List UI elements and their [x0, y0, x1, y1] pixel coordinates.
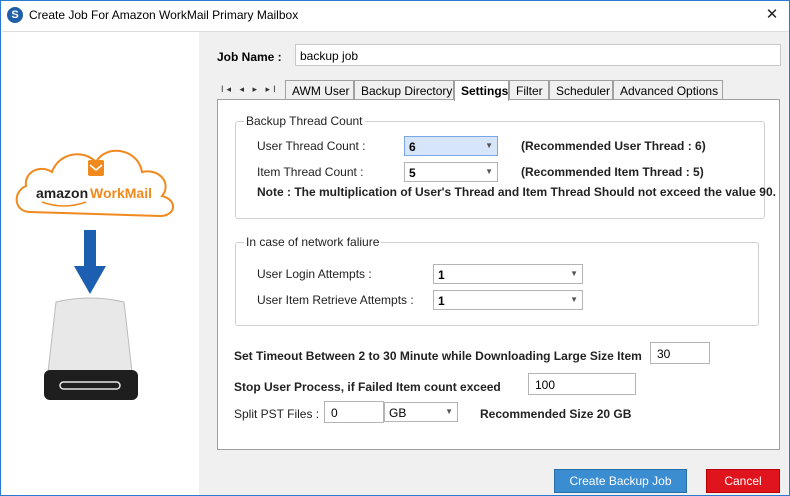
logo-brand-text: amazon — [36, 185, 88, 201]
thread-note: Note : The multiplication of User's Thre… — [257, 185, 776, 199]
timeout-label: Set Timeout Between 2 to 30 Minute while… — [234, 349, 642, 363]
item-thread-select[interactable]: 5 ▼ — [404, 162, 498, 182]
job-name-label: Job Name : — [217, 50, 282, 64]
tab-awm-user[interactable]: AWM User — [285, 80, 354, 100]
item-thread-recommendation: (Recommended Item Thread : 5) — [521, 165, 704, 179]
settings-tab-panel: Backup Thread Count User Thread Count : … — [217, 99, 780, 450]
close-button[interactable]: ✕ — [761, 4, 783, 26]
chevron-down-icon: ▼ — [570, 269, 578, 278]
main-panel: Job Name : backup job I◂ ◂ ▸ ▸I AWM User… — [199, 31, 789, 495]
network-failure-group: In case of network faliure User Login At… — [235, 235, 759, 326]
retrieve-attempts-value: 1 — [438, 294, 445, 308]
title-bar: S Create Job For Amazon WorkMail Primary… — [1, 1, 789, 31]
chevron-down-icon: ▼ — [570, 295, 578, 304]
split-recommendation: Recommended Size 20 GB — [480, 407, 632, 421]
user-thread-select[interactable]: 6 ▼ — [404, 136, 498, 156]
stop-process-input[interactable]: 100 — [528, 373, 636, 395]
retrieve-attempts-select[interactable]: 1 ▼ — [433, 290, 583, 310]
cloud-icon — [15, 149, 174, 218]
create-backup-job-button[interactable]: Create Backup Job — [554, 469, 687, 493]
login-attempts-value: 1 — [438, 268, 445, 282]
tab-filter[interactable]: Filter — [509, 80, 549, 100]
user-thread-label: User Thread Count : — [257, 139, 366, 153]
tab-scroll-nav[interactable]: I◂ ◂ ▸ ▸I — [221, 84, 279, 95]
backup-thread-group: Backup Thread Count User Thread Count : … — [235, 114, 776, 219]
user-thread-value: 6 — [409, 140, 416, 154]
item-thread-label: Item Thread Count : — [257, 165, 364, 179]
arrow-down-icon — [74, 230, 106, 294]
tab-settings[interactable]: Settings — [454, 80, 509, 101]
left-illustration-panel: amazon WorkMail — [2, 31, 199, 495]
chevron-down-icon: ▼ — [485, 167, 493, 176]
cancel-button[interactable]: Cancel — [706, 469, 780, 493]
split-unit-value: GB — [389, 406, 407, 420]
stop-process-label: Stop User Process, if Failed Item count … — [234, 380, 501, 394]
tab-scheduler[interactable]: Scheduler — [549, 80, 613, 100]
logo-product-text: WorkMail — [90, 185, 152, 201]
retrieve-attempts-label: User Item Retrieve Attempts : — [257, 293, 414, 307]
tab-advanced-options[interactable]: Advanced Options — [613, 80, 723, 100]
network-failure-title: In case of network faliure — [244, 235, 382, 249]
login-attempts-label: User Login Attempts : — [257, 267, 372, 281]
backup-thread-title: Backup Thread Count — [244, 114, 365, 128]
workmail-backup-illustration: amazon WorkMail — [15, 149, 174, 400]
job-name-input[interactable]: backup job — [295, 44, 781, 66]
split-unit-select[interactable]: GB ▼ — [384, 402, 458, 422]
item-thread-value: 5 — [409, 166, 416, 180]
window-title: Create Job For Amazon WorkMail Primary M… — [29, 8, 299, 22]
split-pst-label: Split PST Files : — [234, 407, 320, 421]
chevron-down-icon: ▼ — [485, 141, 493, 150]
timeout-input[interactable]: 30 — [650, 342, 710, 364]
hard-drive-icon — [44, 297, 138, 400]
split-size-input[interactable]: 0 — [324, 401, 384, 423]
tab-backup-directory[interactable]: Backup Directory — [354, 80, 454, 100]
user-thread-recommendation: (Recommended User Thread : 6) — [521, 139, 706, 153]
chevron-down-icon: ▼ — [445, 407, 453, 416]
login-attempts-select[interactable]: 1 ▼ — [433, 264, 583, 284]
app-logo-icon: S — [7, 7, 23, 23]
dialog-window: S Create Job For Amazon WorkMail Primary… — [0, 0, 790, 496]
